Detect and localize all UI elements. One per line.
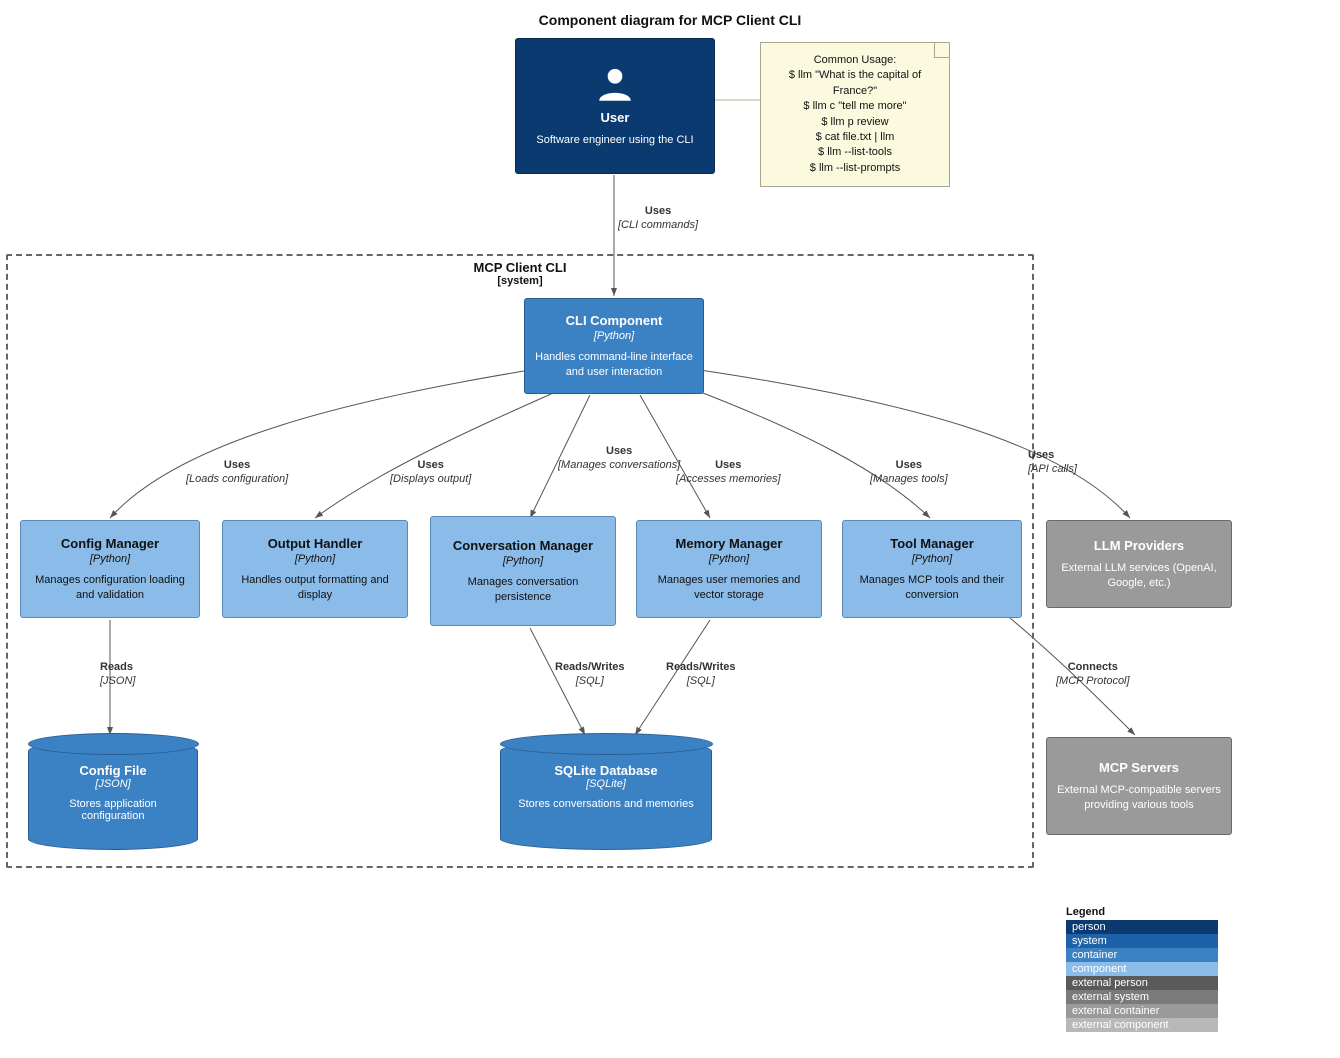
edge-user-cli: Uses [CLI commands] bbox=[618, 204, 698, 233]
node-memory-manager: Memory Manager [Python] Manages user mem… bbox=[636, 520, 822, 618]
output-tech: [Python] bbox=[295, 553, 335, 565]
conv-name: Conversation Manager bbox=[453, 538, 593, 553]
node-config-manager: Config Manager [Python] Manages configur… bbox=[20, 520, 200, 618]
node-cli-component: CLI Component [Python] Handles command-l… bbox=[524, 298, 704, 394]
mcp-name: MCP Servers bbox=[1099, 760, 1179, 775]
note-line: $ llm --list-tools bbox=[773, 145, 937, 160]
legend-container: container bbox=[1066, 948, 1218, 962]
edge-cfg-file: Reads [JSON] bbox=[100, 660, 135, 689]
legend-ext-person: external person bbox=[1066, 976, 1218, 990]
legend-person: person bbox=[1066, 920, 1218, 934]
cfgfile-tech: [JSON] bbox=[37, 778, 189, 790]
tool-name: Tool Manager bbox=[890, 536, 974, 551]
sqlite-desc: Stores conversations and memories bbox=[509, 798, 703, 810]
usage-note: Common Usage: $ llm "What is the capital… bbox=[760, 42, 950, 187]
cli-desc: Handles command-line interface and user … bbox=[533, 350, 695, 379]
conv-tech: [Python] bbox=[503, 555, 543, 567]
cli-tech: [Python] bbox=[594, 330, 634, 342]
mem-desc: Manages user memories and vector storage bbox=[645, 573, 813, 602]
edge-cli-conv: Uses [Manages conversations] bbox=[558, 444, 680, 473]
cfgfile-desc: Stores application configuration bbox=[37, 798, 189, 822]
edge-mem-db: Reads/Writes [SQL] bbox=[666, 660, 736, 689]
sqlite-tech: [SQLite] bbox=[509, 778, 703, 790]
node-tool-manager: Tool Manager [Python] Manages MCP tools … bbox=[842, 520, 1022, 618]
edge-cli-mem: Uses [Accesses memories] bbox=[676, 458, 781, 487]
edge-conv-db: Reads/Writes [SQL] bbox=[555, 660, 625, 689]
config-desc: Manages configuration loading and valida… bbox=[29, 573, 191, 602]
legend-title: Legend bbox=[1066, 906, 1218, 918]
edge-cli-tool: Uses [Manages tools] bbox=[870, 458, 948, 487]
note-line: $ llm c "tell me more" bbox=[773, 99, 937, 114]
node-conversation-manager: Conversation Manager [Python] Manages co… bbox=[430, 516, 616, 626]
edge-cli-llm: Uses [API calls] bbox=[1028, 448, 1077, 477]
cli-name: CLI Component bbox=[566, 313, 663, 328]
mem-tech: [Python] bbox=[709, 553, 749, 565]
legend-system: system bbox=[1066, 934, 1218, 948]
legend-component: component bbox=[1066, 962, 1218, 976]
tool-tech: [Python] bbox=[912, 553, 952, 565]
sqlite-name: SQLite Database bbox=[509, 763, 703, 778]
node-mcp-servers: MCP Servers External MCP-compatible serv… bbox=[1046, 737, 1232, 835]
legend-ext-component: external component bbox=[1066, 1018, 1218, 1032]
legend-ext-system: external system bbox=[1066, 990, 1218, 1004]
output-desc: Handles output formatting and display bbox=[231, 573, 399, 602]
system-label: MCP Client CLI [system] bbox=[400, 260, 640, 287]
mem-name: Memory Manager bbox=[676, 536, 783, 551]
edge-cli-config: Uses [Loads configuration] bbox=[186, 458, 288, 487]
tool-desc: Manages MCP tools and their conversion bbox=[851, 573, 1013, 602]
legend: Legend person system container component… bbox=[1066, 906, 1218, 1032]
conv-desc: Manages conversation persistence bbox=[439, 575, 607, 604]
note-line: $ llm p review bbox=[773, 115, 937, 130]
note-line: $ llm --list-prompts bbox=[773, 161, 937, 176]
db-sqlite: SQLite Database [SQLite] Stores conversa… bbox=[500, 740, 710, 848]
note-line: Common Usage: bbox=[773, 53, 937, 68]
mcp-desc: External MCP-compatible servers providin… bbox=[1055, 783, 1223, 812]
cfgfile-name: Config File bbox=[37, 763, 189, 778]
edge-tool-mcp: Connects [MCP Protocol] bbox=[1056, 660, 1130, 689]
config-tech: [Python] bbox=[90, 553, 130, 565]
node-output-handler: Output Handler [Python] Handles output f… bbox=[222, 520, 408, 618]
db-config-file: Config File [JSON] Stores application co… bbox=[28, 740, 196, 848]
llm-name: LLM Providers bbox=[1094, 538, 1184, 553]
system-name: MCP Client CLI bbox=[474, 260, 567, 275]
output-name: Output Handler bbox=[268, 536, 363, 551]
user-name: User bbox=[601, 110, 630, 125]
note-line: $ cat file.txt | llm bbox=[773, 130, 937, 145]
user-desc: Software engineer using the CLI bbox=[536, 133, 693, 147]
legend-ext-container: external container bbox=[1066, 1004, 1218, 1018]
llm-desc: External LLM services (OpenAI, Google, e… bbox=[1055, 561, 1223, 590]
actor-user: User Software engineer using the CLI bbox=[515, 38, 715, 174]
system-sub: [system] bbox=[400, 275, 640, 287]
user-icon bbox=[594, 64, 636, 106]
note-fold-icon bbox=[934, 43, 949, 58]
node-llm-providers: LLM Providers External LLM services (Ope… bbox=[1046, 520, 1232, 608]
diagram-canvas: Component diagram for MCP Client CLI bbox=[0, 0, 1340, 1058]
edge-cli-output: Uses [Displays output] bbox=[390, 458, 471, 487]
note-line: $ llm "What is the capital of France?" bbox=[773, 68, 937, 99]
config-name: Config Manager bbox=[61, 536, 159, 551]
